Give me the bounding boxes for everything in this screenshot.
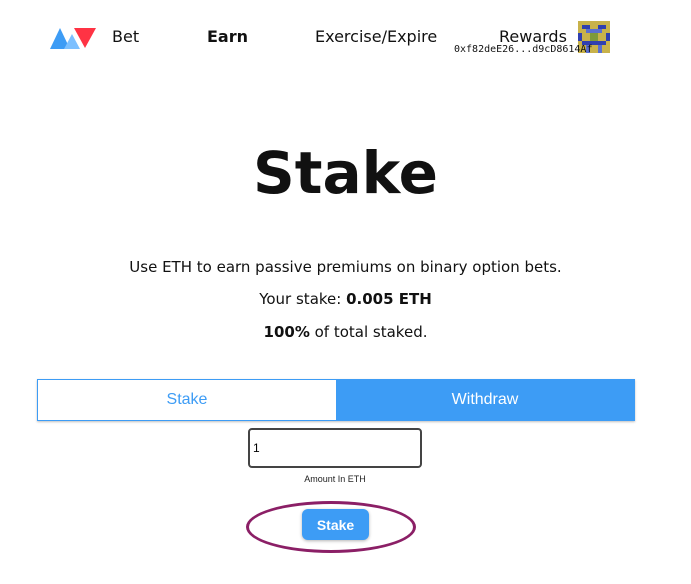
stake-submit-button[interactable]: Stake	[302, 509, 369, 540]
tab-withdraw[interactable]: Withdraw	[336, 380, 634, 420]
your-stake-label: Your stake:	[259, 290, 347, 308]
av-logo-icon[interactable]	[50, 26, 98, 50]
top-navigation: Bet Earn Exercise/Expire Rewards 0xf82de…	[0, 0, 691, 70]
nav-link-earn[interactable]: Earn	[207, 27, 248, 47]
share-label: of total staked.	[309, 323, 428, 341]
amount-input-label: Amount In ETH	[304, 474, 366, 484]
page-description: Use ETH to earn passive premiums on bina…	[129, 258, 562, 276]
wallet-address: 0xf82deE26...d9cD8614Af	[454, 44, 593, 55]
your-stake-line: Your stake: 0.005 ETH	[0, 290, 691, 308]
tab-stake[interactable]: Stake	[38, 380, 336, 420]
nav-link-exercise-expire[interactable]: Exercise/Expire	[315, 27, 437, 47]
amount-input[interactable]	[248, 428, 422, 468]
your-stake-value: 0.005 ETH	[346, 290, 432, 308]
stake-withdraw-tabs: Stake Withdraw	[37, 379, 635, 421]
page-title: Stake	[253, 139, 438, 207]
share-of-total-line: 100% of total staked.	[0, 323, 691, 341]
share-percentage: 100%	[263, 323, 310, 341]
nav-link-bet[interactable]: Bet	[112, 27, 139, 47]
